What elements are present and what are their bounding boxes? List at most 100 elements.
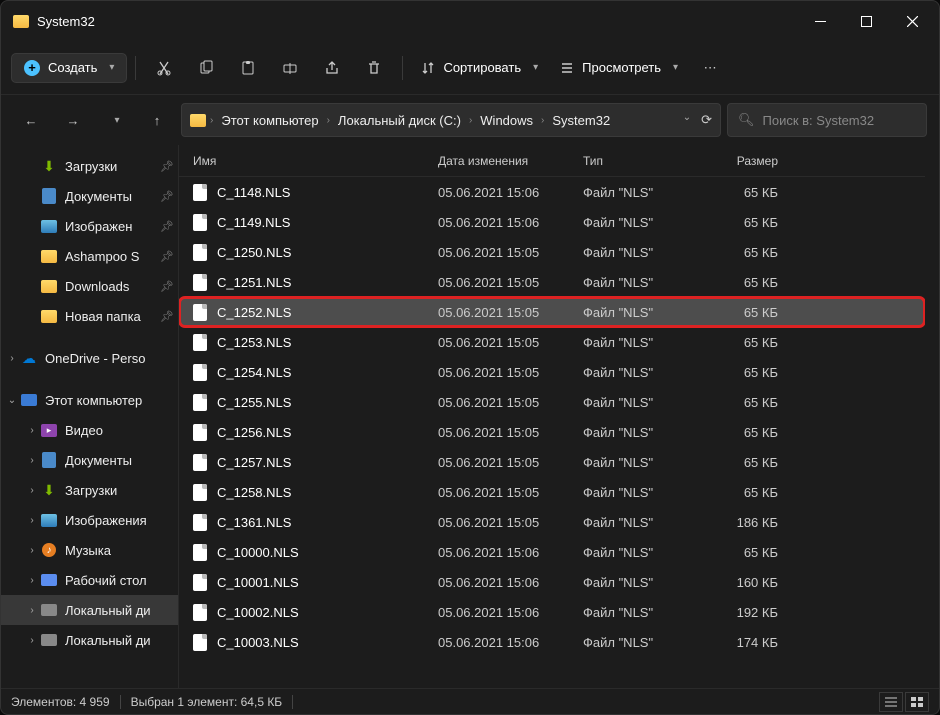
file-row[interactable]: C_10003.NLS 05.06.2021 15:06 Файл "NLS" … (179, 627, 925, 657)
sidebar-item[interactable]: › Рабочий стол (1, 565, 178, 595)
file-size: 160 КБ (698, 575, 778, 590)
paste-button[interactable] (228, 50, 268, 86)
file-row[interactable]: C_1361.NLS 05.06.2021 15:05 Файл "NLS" 1… (179, 507, 925, 537)
copy-button[interactable] (186, 50, 226, 86)
file-row[interactable]: C_1255.NLS 05.06.2021 15:05 Файл "NLS" 6… (179, 387, 925, 417)
file-icon (193, 514, 207, 531)
breadcrumb[interactable]: Локальный диск (C:) (334, 111, 465, 130)
breadcrumb[interactable]: Windows (476, 111, 537, 130)
sidebar-item[interactable]: Downloads📌︎ (1, 271, 178, 301)
breadcrumb[interactable]: System32 (548, 111, 614, 130)
maximize-button[interactable] (843, 1, 889, 41)
file-name: C_1254.NLS (217, 365, 291, 380)
new-button[interactable]: + Создать ▾ (11, 53, 127, 83)
file-row[interactable]: C_1253.NLS 05.06.2021 15:05 Файл "NLS" 6… (179, 327, 925, 357)
search-input[interactable] (763, 113, 939, 128)
refresh-button[interactable]: ⟳ (701, 112, 712, 128)
folder-icon (13, 15, 29, 28)
file-date: 05.06.2021 15:06 (438, 605, 583, 620)
view-button[interactable]: Просмотреть ▾ (550, 54, 688, 81)
file-row[interactable]: C_1258.NLS 05.06.2021 15:05 Файл "NLS" 6… (179, 477, 925, 507)
file-row[interactable]: C_1251.NLS 05.06.2021 15:05 Файл "NLS" 6… (179, 267, 925, 297)
col-date[interactable]: Дата изменения (438, 154, 583, 168)
sidebar-item[interactable]: Изображен📌︎ (1, 211, 178, 241)
minimize-button[interactable] (797, 1, 843, 41)
sidebar-item[interactable]: ›Локальный ди (1, 595, 178, 625)
file-size: 65 КБ (698, 395, 778, 410)
pin-icon: 📌︎ (160, 250, 174, 263)
thumb-view-button[interactable] (905, 692, 929, 712)
chevron-right-icon: › (469, 115, 472, 126)
delete-button[interactable] (354, 50, 394, 86)
sidebar-item-label: Рабочий стол (65, 573, 147, 588)
file-type: Файл "NLS" (583, 515, 698, 530)
address-bar[interactable]: › Этот компьютер › Локальный диск (C:) ›… (181, 103, 721, 137)
sidebar-item[interactable]: ›⬇Загрузки (1, 475, 178, 505)
file-size: 65 КБ (698, 275, 778, 290)
sort-button[interactable]: Сортировать ▾ (411, 54, 548, 81)
file-row[interactable]: C_10000.NLS 05.06.2021 15:06 Файл "NLS" … (179, 537, 925, 567)
file-icon (193, 304, 207, 321)
file-type: Файл "NLS" (583, 425, 698, 440)
sidebar-item[interactable]: ⬇Загрузки📌︎ (1, 151, 178, 181)
sidebar: ⬇Загрузки📌︎Документы📌︎Изображен📌︎Ashampo… (1, 145, 179, 688)
file-size: 65 КБ (698, 365, 778, 380)
sidebar-item[interactable]: ›Изображения (1, 505, 178, 535)
sidebar-item[interactable]: ›Документы (1, 445, 178, 475)
recent-button[interactable]: ▾ (97, 102, 133, 138)
more-button[interactable]: ⋯ (690, 50, 730, 86)
col-size[interactable]: Размер (698, 154, 778, 168)
cut-button[interactable] (144, 50, 184, 86)
file-name: C_1361.NLS (217, 515, 291, 530)
sidebar-item[interactable]: Новая папка📌︎ (1, 301, 178, 331)
pin-icon: 📌︎ (160, 220, 174, 233)
file-icon (193, 574, 207, 591)
file-date: 05.06.2021 15:05 (438, 425, 583, 440)
file-row[interactable]: C_10001.NLS 05.06.2021 15:06 Файл "NLS" … (179, 567, 925, 597)
up-button[interactable]: ↑ (139, 102, 175, 138)
pin-icon: 📌︎ (160, 280, 174, 293)
sidebar-item-label: Видео (65, 423, 103, 438)
file-name: C_1148.NLS (217, 185, 290, 200)
file-row[interactable]: C_1149.NLS 05.06.2021 15:06 Файл "NLS" 6… (179, 207, 925, 237)
chevron-right-icon: › (25, 425, 39, 436)
chevron-right-icon: › (25, 485, 39, 496)
file-row[interactable]: C_1250.NLS 05.06.2021 15:05 Файл "NLS" 6… (179, 237, 925, 267)
file-row[interactable]: C_1254.NLS 05.06.2021 15:05 Файл "NLS" 6… (179, 357, 925, 387)
file-date: 05.06.2021 15:06 (438, 215, 583, 230)
file-row[interactable]: C_1252.NLS 05.06.2021 15:05 Файл "NLS" 6… (179, 297, 925, 327)
sidebar-item-onedrive[interactable]: ›☁OneDrive - Perso (1, 343, 178, 373)
sidebar-item[interactable]: ›Локальный ди (1, 625, 178, 655)
sidebar-item[interactable]: ›♪Музыка (1, 535, 178, 565)
column-headers: Имя Дата изменения Тип Размер (179, 145, 925, 177)
file-row[interactable]: C_1148.NLS 05.06.2021 15:06 Файл "NLS" 6… (179, 177, 925, 207)
file-date: 05.06.2021 15:05 (438, 275, 583, 290)
col-name[interactable]: Имя (193, 154, 438, 168)
breadcrumb[interactable]: Этот компьютер (217, 111, 322, 130)
file-type: Файл "NLS" (583, 215, 698, 230)
search-box[interactable]: 🔍︎ (727, 103, 927, 137)
share-button[interactable] (312, 50, 352, 86)
file-row[interactable]: C_1256.NLS 05.06.2021 15:05 Файл "NLS" 6… (179, 417, 925, 447)
sidebar-item[interactable]: Ashampoo S📌︎ (1, 241, 178, 271)
back-button[interactable]: ← (13, 102, 49, 138)
details-view-button[interactable] (879, 692, 903, 712)
file-icon (193, 604, 207, 621)
sidebar-item-pc[interactable]: ⌄Этот компьютер (1, 385, 178, 415)
chevron-down-icon[interactable]: ⌄ (683, 112, 691, 128)
file-row[interactable]: C_10002.NLS 05.06.2021 15:06 Файл "NLS" … (179, 597, 925, 627)
file-size: 192 КБ (698, 605, 778, 620)
new-label: Создать (48, 60, 97, 75)
scrollbar[interactable] (925, 145, 939, 688)
sidebar-item-label: Документы (65, 453, 132, 468)
sidebar-item[interactable]: Документы📌︎ (1, 181, 178, 211)
file-size: 65 КБ (698, 425, 778, 440)
sidebar-item[interactable]: ›▸Видео (1, 415, 178, 445)
file-name: C_1258.NLS (217, 485, 291, 500)
rename-button[interactable] (270, 50, 310, 86)
file-row[interactable]: C_1257.NLS 05.06.2021 15:05 Файл "NLS" 6… (179, 447, 925, 477)
close-button[interactable] (889, 1, 935, 41)
chevron-right-icon: › (25, 575, 39, 586)
forward-button[interactable]: → (55, 102, 91, 138)
col-type[interactable]: Тип (583, 154, 698, 168)
